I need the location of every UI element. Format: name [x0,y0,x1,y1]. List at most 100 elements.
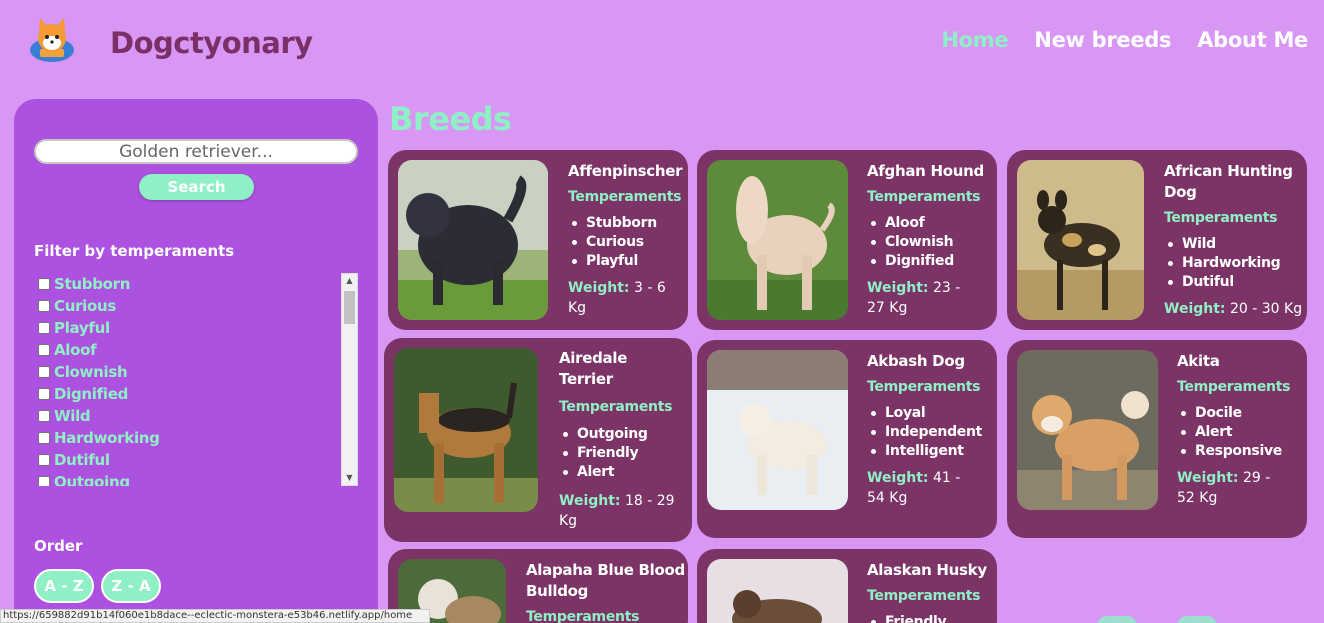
dog-image [707,160,848,320]
temperament-list: Outgoing Friendly Alert [559,425,648,482]
list-item: Independent [867,423,982,442]
status-bar-url: https://659882d91b14f060e1b8dace--eclect… [0,609,430,623]
breed-card[interactable]: Alaskan Husky Temperaments Friendly [697,549,997,623]
breed-card[interactable]: African Hunting Dog Temperaments Wild Ha… [1007,150,1307,330]
scroll-up-icon[interactable]: ▲ [342,274,357,288]
list-item: Hardworking [1164,254,1281,273]
temperament-option[interactable]: Outgoing [34,471,358,486]
nav-home[interactable]: Home [941,28,1008,52]
temperament-option[interactable]: Dignified [34,383,358,405]
temperaments-label: Temperaments [867,588,981,604]
nav-new-breeds[interactable]: New breeds [1034,28,1171,52]
breed-name: Alaskan Husky [867,561,987,579]
breed-name: Akita [1177,352,1220,370]
temperaments-label: Temperaments [568,189,682,205]
checkbox[interactable] [38,476,50,486]
temperament-option[interactable]: Aloof [34,339,358,361]
breed-name: Akbash Dog [867,352,965,370]
list-item: Outgoing [559,425,648,444]
scroll-down-icon[interactable]: ▼ [342,471,357,485]
checkbox[interactable] [38,432,50,444]
checkbox[interactable] [38,300,50,312]
list-item: Dutiful [1164,273,1280,292]
dog-image [707,559,848,623]
dog-image [1017,160,1144,320]
checkbox[interactable] [38,344,50,356]
breed-card[interactable]: Afghan Hound Temperaments Aloof Clownish… [697,150,997,330]
checkbox[interactable] [38,454,50,466]
temperament-option[interactable]: Hardworking [34,427,358,449]
weight: Weight: 20 - 30 Kg [1164,301,1303,317]
weight: Weight: 23 - 27 Kg [867,280,961,316]
temperaments-label: Temperaments [867,379,981,395]
order-title: Order [34,537,83,555]
checkbox[interactable] [38,388,50,400]
temperament-list: Docile Alert Responsive [1177,404,1282,461]
list-item: Intelligent [867,442,982,461]
temperament-option[interactable]: Curious [34,295,358,317]
list-item: Aloof [867,214,954,233]
dog-image [394,348,538,512]
order-za-button[interactable]: Z - A [101,569,161,603]
temperament-list: Friendly [867,613,947,623]
breed-name: Alapaha Blue Blood Bulldog [526,561,685,600]
breed-card[interactable]: Alapaha Blue Blood Bulldog Temperaments [388,549,688,623]
breed-card[interactable]: Airedale Terrier Temperaments Outgoing F… [384,338,692,542]
checkbox[interactable] [38,366,50,378]
temperament-list: Loyal Independent Intelligent [867,404,982,461]
order-az-button[interactable]: A - Z [34,569,94,603]
header: Dogctyonary Home New breeds About Me [0,0,1324,90]
temperament-option[interactable]: Stubborn [34,273,358,295]
temperament-filter-list[interactable]: Stubborn Curious Playful Aloof Clownish … [34,273,358,486]
temperament-list: Aloof Clownish Dignified [867,214,954,271]
brand-title[interactable]: Dogctyonary [110,26,313,60]
list-item: Playful [568,252,657,271]
temperaments-label: Temperaments [526,609,640,623]
list-item: Loyal [867,404,982,423]
temperament-list: Stubborn Curious Playful [568,214,657,271]
dog-image [1017,350,1158,510]
list-item: Docile [1177,404,1282,423]
page-title: Breeds [389,100,512,138]
main-nav: Home New breeds About Me [941,28,1308,52]
list-item: Curious [568,233,657,252]
nav-about-me[interactable]: About Me [1197,28,1308,52]
filter-title: Filter by temperaments [34,242,235,260]
list-item: Alert [1177,423,1282,442]
list-scrollbar[interactable]: ▲ ▼ [341,273,358,486]
list-item: Friendly [867,613,947,623]
temperaments-label: Temperaments [867,189,981,205]
search-input[interactable] [34,139,358,164]
temperament-option[interactable]: Clownish [34,361,358,383]
list-item: Responsive [1177,442,1282,461]
breed-card[interactable]: Akita Temperaments Docile Alert Responsi… [1007,340,1307,538]
list-item: Alert [559,463,648,482]
breed-name: Airedale Terrier [559,349,628,388]
dog-image [398,160,548,320]
weight: Weight: 29 - 52 Kg [1177,470,1271,506]
list-item: Dignified [867,252,954,271]
temperament-option[interactable]: Dutiful [34,449,358,471]
checkbox[interactable] [38,410,50,422]
breed-card[interactable]: Akbash Dog Temperaments Loyal Independen… [697,340,997,538]
weight: Weight: 18 - 29 Kg [559,493,675,529]
corgi-logo-icon[interactable] [26,16,78,66]
list-item: Stubborn [568,214,657,233]
weight: Weight: 3 - 6 Kg [568,280,666,316]
weight: Weight: 41 - 54 Kg [867,470,961,506]
pagination-button[interactable] [1177,616,1217,623]
breed-name: Affenpinscher [568,162,683,180]
temperament-option[interactable]: Playful [34,317,358,339]
sidebar: Search Filter by temperaments Stubborn C… [14,99,378,623]
temperament-option[interactable]: Wild [34,405,358,427]
scroll-thumb[interactable] [344,291,355,324]
breed-name: African Hunting Dog [1164,162,1293,201]
checkbox[interactable] [38,322,50,334]
breed-card[interactable]: Affenpinscher Temperaments Stubborn Curi… [388,150,688,330]
checkbox[interactable] [38,278,50,290]
search-button[interactable]: Search [139,174,254,200]
temperaments-label: Temperaments [1177,379,1291,395]
breed-name: Afghan Hound [867,162,984,180]
temperaments-label: Temperaments [1164,210,1278,226]
pagination-button[interactable] [1097,616,1137,623]
